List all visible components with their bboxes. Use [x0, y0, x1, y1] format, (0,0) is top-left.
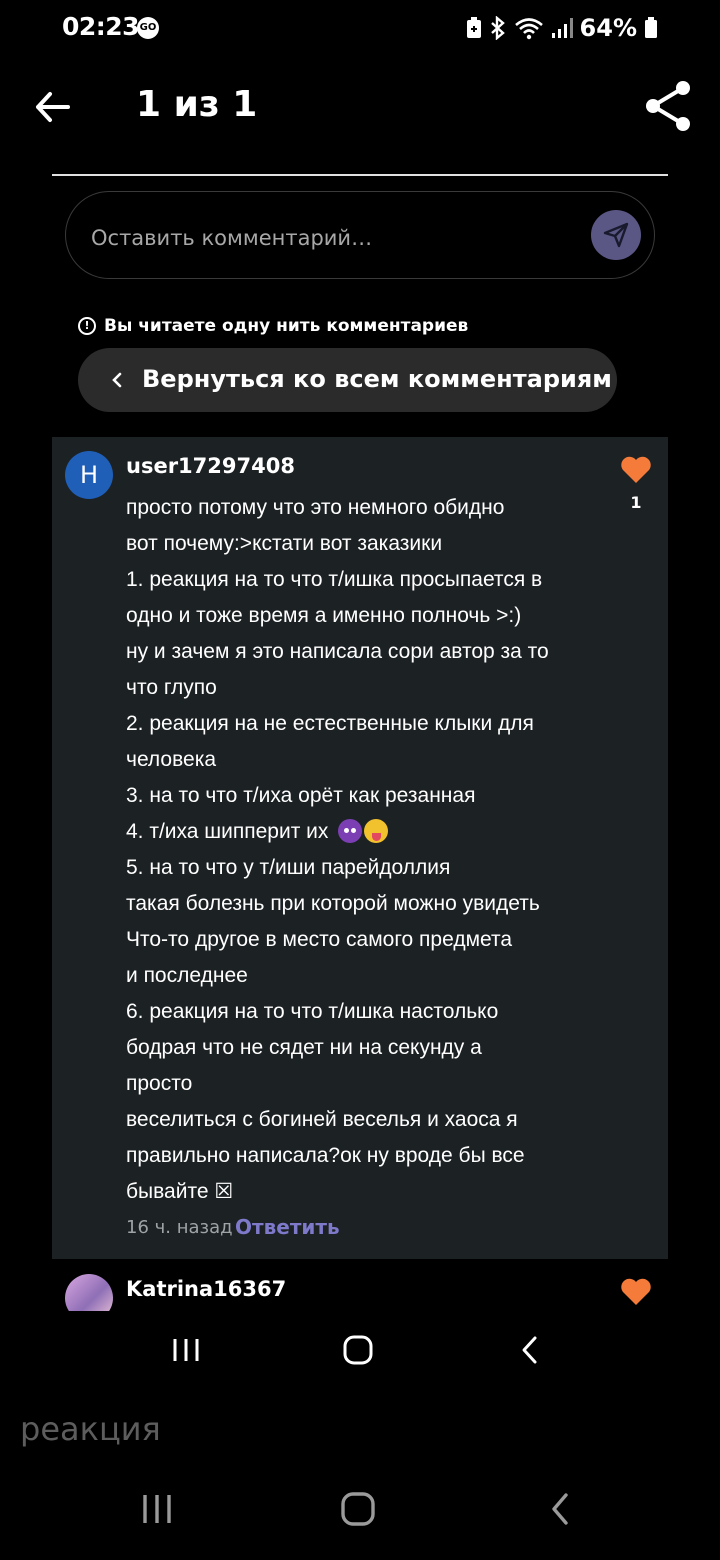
- battery-saver-icon: [466, 17, 481, 38]
- comment-line: и последнее: [126, 964, 248, 987]
- recent-apps-button[interactable]: [146, 1311, 226, 1388]
- comment-input-placeholder: Оставить комментарий…: [91, 226, 373, 250]
- battery-percent: 64%: [579, 14, 637, 42]
- heart-icon[interactable]: [620, 1278, 652, 1306]
- thread-notice: ! Вы читаете одну нить комментариев: [78, 316, 468, 336]
- recent-apps-button[interactable]: [117, 1470, 197, 1547]
- home-button[interactable]: [318, 1311, 398, 1388]
- share-button[interactable]: [640, 78, 696, 134]
- comment-input[interactable]: Оставить комментарий…: [65, 191, 655, 279]
- comment-line: бодрая что не сядет ни на секунду а: [126, 1036, 482, 1059]
- page-title: 1 из 1: [136, 84, 258, 125]
- comment-author[interactable]: Katrina16367: [126, 1277, 286, 1301]
- comment-line: 5. на то что у т/иши парейдоллия: [126, 856, 451, 879]
- comment-line: такая болезнь при которой можно увидеть: [126, 892, 540, 915]
- wifi-icon: [514, 18, 543, 40]
- return-button-label: Вернуться ко всем комментариям: [142, 365, 612, 393]
- comment-line-with-emoji: 4. т/иха шипперит их: [126, 814, 626, 850]
- app-header: 1 из 1: [0, 60, 720, 160]
- status-time: 02:23: [62, 12, 140, 41]
- comment-line: бывайте ☒: [126, 1180, 234, 1203]
- comment-line: Что-то другое в место самого предмета: [126, 928, 513, 951]
- status-bar: 02:23 GO 64%: [0, 0, 720, 56]
- arrow-left-icon: [36, 92, 70, 122]
- signal-icon: [551, 18, 573, 38]
- devil-emoji-icon: [338, 819, 363, 843]
- nav-back-button[interactable]: [490, 1311, 570, 1388]
- comment-line: просто потому что это немного обидно: [126, 496, 505, 519]
- comment-line: 1. реакция на то что т/ишка просыпается …: [126, 568, 543, 591]
- home-icon: [343, 1335, 373, 1364]
- return-to-all-comments-button[interactable]: Вернуться ко всем комментариям: [78, 348, 617, 412]
- home-button[interactable]: [318, 1470, 398, 1547]
- comment-card-partial: Katrina16367: [52, 1268, 668, 1312]
- comment-line: ну и зачем я это написала сори автор за …: [126, 640, 549, 663]
- chevron-left-icon: [522, 1336, 537, 1363]
- comment-line: что глупо: [126, 676, 217, 699]
- comment-line: 4. т/иха шипперит их: [126, 820, 329, 843]
- inner-navigation-bar: [52, 1311, 668, 1388]
- comment-line: 6. реакция на то что т/ишка настолько: [126, 1000, 499, 1023]
- nav-back-button[interactable]: [520, 1470, 600, 1547]
- comment-line: просто: [126, 1072, 193, 1095]
- comment-line: 2. реакция на не естественные клыки для: [126, 712, 534, 735]
- comment-line: 3. на то что т/иха орёт как резанная: [126, 784, 476, 807]
- share-icon: [646, 81, 690, 131]
- info-icon: !: [78, 317, 96, 335]
- tongue-emoji-icon: [364, 819, 389, 843]
- chevron-left-icon: [112, 372, 122, 388]
- comment-line: человека: [126, 748, 217, 771]
- comment-body: просто потому что это немного обидно вот…: [126, 490, 626, 1210]
- home-icon: [341, 1491, 375, 1526]
- heart-icon[interactable]: [620, 456, 652, 484]
- comment-card: H user17297408 1 просто потому что это н…: [52, 437, 668, 1259]
- caption-text: реакция: [20, 1410, 161, 1448]
- comment-line: правильно написала?ок ну вроде бы все: [126, 1144, 525, 1167]
- back-button[interactable]: [30, 84, 76, 130]
- recent-apps-icon: [173, 1338, 199, 1361]
- system-navigation-bar: [0, 1470, 720, 1560]
- avatar[interactable]: H: [65, 451, 113, 499]
- comment-author[interactable]: user17297408: [126, 454, 295, 478]
- comment-line: вот почему:>кстати вот заказики: [126, 532, 443, 555]
- comment-line: веселиться с богиней веселья и хаоса я: [126, 1108, 518, 1131]
- comment-timestamp: 16 ч. назад: [126, 1217, 233, 1238]
- status-icons: 64%: [466, 14, 658, 42]
- send-icon: [603, 222, 629, 248]
- chevron-left-icon: [552, 1492, 568, 1525]
- thread-notice-text: Вы читаете одну нить комментариев: [104, 316, 469, 336]
- comment-line: одно и тоже время а именно полночь >:): [126, 604, 522, 627]
- reply-button[interactable]: Ответить: [235, 1215, 340, 1239]
- recent-apps-icon: [143, 1494, 171, 1523]
- battery-icon: [645, 17, 657, 38]
- bluetooth-icon: [490, 16, 505, 40]
- avatar[interactable]: [65, 1274, 113, 1312]
- header-divider: [52, 174, 668, 176]
- go-badge-icon: GO: [137, 17, 159, 39]
- send-button[interactable]: [591, 210, 641, 260]
